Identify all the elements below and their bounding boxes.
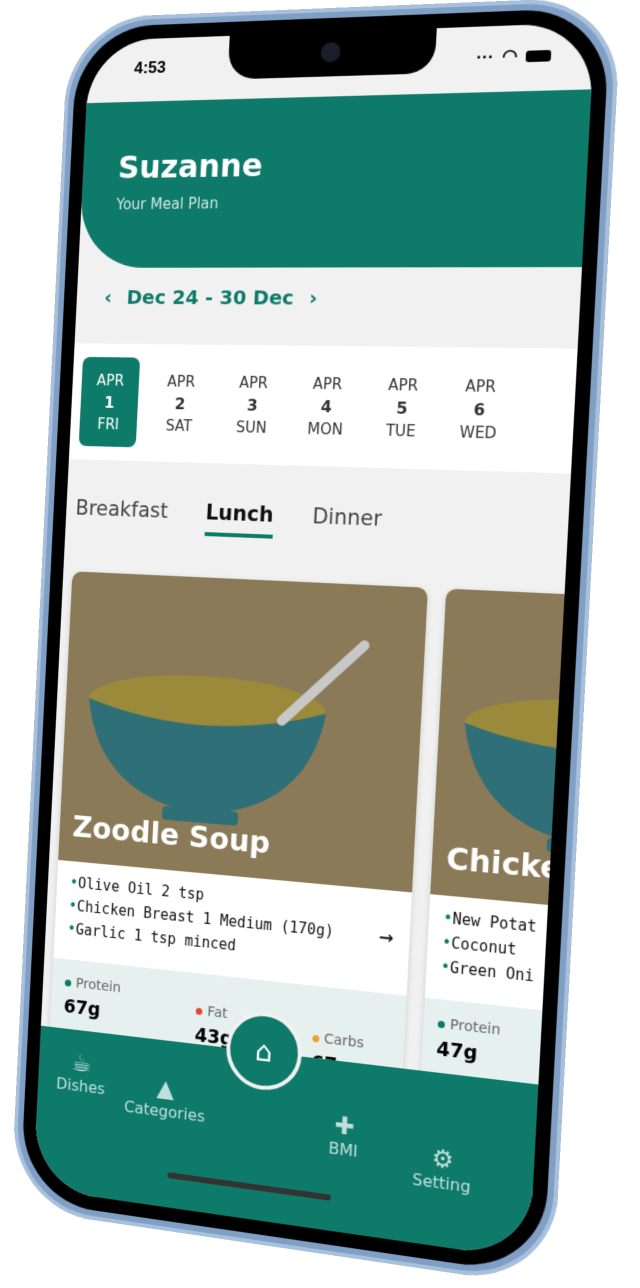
tab-lunch[interactable]: Lunch — [204, 500, 275, 539]
day-month: APR — [312, 374, 343, 393]
meal-image: Zoodle Soup — [58, 571, 428, 893]
phone-bezel: 4:53 ··· ◠ Suzanne Your Meal Plan ‹ Dec 2… — [19, 7, 611, 1277]
day-day: 5 — [395, 397, 409, 418]
tab-breakfast[interactable]: Breakfast — [74, 496, 169, 534]
macro-label: Fat — [207, 1003, 228, 1022]
macro-dot — [195, 1007, 203, 1015]
day-weekday: SAT — [165, 416, 193, 435]
day-day: 6 — [473, 399, 486, 420]
medkit-icon: ✚ — [333, 1110, 356, 1142]
day-month: APR — [464, 376, 497, 396]
day-item[interactable]: APR 5 TUE — [368, 361, 435, 456]
day-day: 4 — [320, 396, 333, 416]
nav-dishes[interactable]: ☕ Dishes — [56, 1047, 107, 1099]
home-icon: ⌂ — [254, 1033, 274, 1069]
nav-bmi[interactable]: ✚ BMI — [328, 1110, 360, 1161]
week-selector: ‹ Dec 24 - 30 Dec › — [104, 285, 318, 309]
status-time: 4:53 — [133, 57, 167, 78]
signal-icon: ··· — [475, 46, 495, 67]
next-week-icon[interactable]: › — [309, 286, 318, 310]
arrow-right-icon[interactable]: → — [378, 922, 394, 952]
ingredient-text: Coconut — [450, 933, 517, 959]
day-weekday: TUE — [385, 421, 417, 440]
meal-card[interactable]: Chicke •New Potat•Coconut•Green Oni→Prot… — [420, 588, 596, 1135]
wifi-icon: ◠ — [501, 45, 519, 67]
day-weekday: SUN — [235, 417, 267, 437]
day-month: APR — [166, 372, 196, 391]
app-screen: 4:53 ··· ◠ Suzanne Your Meal Plan ‹ Dec 2… — [32, 22, 596, 1260]
meal-tabs: Breakfast Lunch Dinner — [74, 496, 383, 543]
nav-categories[interactable]: ▲ Categories — [124, 1070, 207, 1126]
meal-card[interactable]: Zoodle Soup •Olive Oil 2 tsp •Chicken Bre… — [49, 571, 428, 1085]
user-name: Suzanne — [117, 146, 264, 187]
macro-label: Carbs — [323, 1031, 365, 1052]
day-item[interactable]: APR 3 SUN — [220, 359, 284, 452]
day-day: 3 — [246, 395, 259, 415]
day-item[interactable]: APR 1 FRI — [78, 356, 141, 448]
day-day: 2 — [174, 393, 186, 413]
header-subtitle: Your Meal Plan — [115, 194, 219, 214]
day-month: APR — [238, 373, 269, 392]
day-weekday: MON — [306, 419, 344, 439]
day-day: 1 — [103, 392, 115, 412]
week-range: Dec 24 - 30 Dec — [126, 285, 295, 310]
macro-label: Protein — [449, 1016, 501, 1039]
meal-image: Chicke — [430, 588, 596, 931]
day-strip: APR 1 FRI APR 2 SAT APR 3 SUN APR 4 MON APR 5 TUE APR 6 W… — [68, 343, 578, 474]
tab-dinner[interactable]: Dinner — [311, 504, 383, 543]
ingredient-text: Green Oni — [449, 958, 535, 986]
macro-label: Protein — [75, 975, 122, 997]
day-month: APR — [387, 375, 419, 395]
nav-setting[interactable]: ⚙ Setting — [412, 1141, 473, 1196]
day-item[interactable]: APR 4 MON — [294, 360, 360, 454]
macro-dot — [64, 978, 72, 987]
nav-bmi-label: BMI — [328, 1138, 359, 1162]
day-weekday: WED — [459, 422, 498, 442]
day-month: APR — [96, 371, 125, 390]
macro-dot — [312, 1034, 320, 1043]
macro-dot — [437, 1020, 446, 1028]
prev-week-icon[interactable]: ‹ — [104, 285, 113, 308]
battery-icon — [525, 49, 552, 62]
home-indicator — [167, 1172, 332, 1201]
macro-value: 47g — [435, 1037, 479, 1065]
day-item[interactable]: APR 6 WED — [445, 361, 514, 457]
macro-value: 67g — [63, 995, 101, 1021]
day-weekday: FRI — [96, 414, 120, 433]
day-item[interactable]: APR 2 SAT — [149, 358, 212, 449]
header: Suzanne Your Meal Plan — [78, 89, 592, 268]
phone-frame: 4:53 ··· ◠ Suzanne Your Meal Plan ‹ Dec 2… — [10, 0, 623, 1288]
